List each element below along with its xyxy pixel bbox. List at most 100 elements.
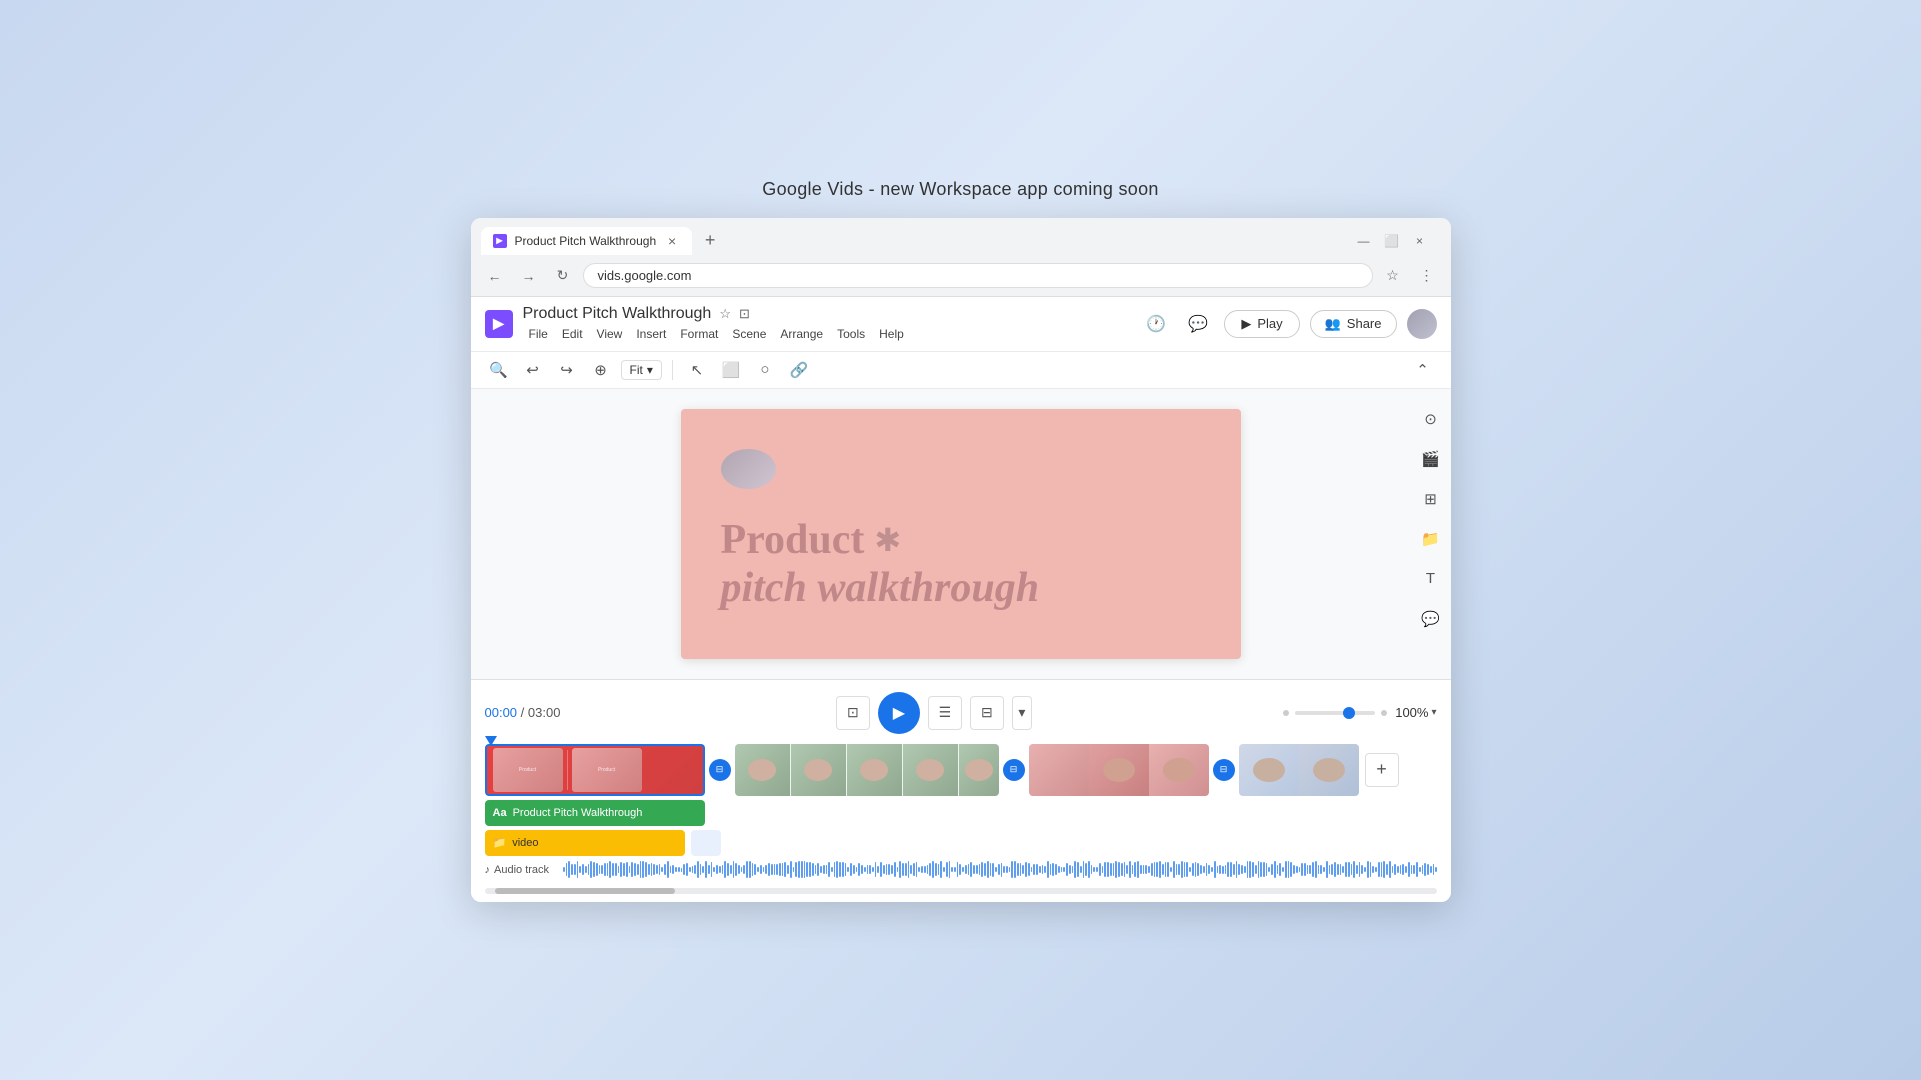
waveform-bar (998, 864, 1000, 876)
star-icon[interactable]: ☆ (719, 306, 731, 322)
menu-tools[interactable]: Tools (831, 325, 871, 343)
waveform-bar (1055, 864, 1057, 875)
comment-button[interactable]: 💬 (1182, 308, 1214, 340)
red-clip[interactable]: Product Product (485, 744, 705, 796)
slide-canvas[interactable]: Product ✱ pitch walkthrough (681, 409, 1241, 659)
back-button[interactable]: ← (481, 262, 509, 290)
text-icon[interactable]: T (1417, 565, 1445, 593)
undo-button[interactable]: ↩ (519, 356, 547, 384)
waveform-bar (1132, 865, 1134, 875)
shape-tool-button[interactable]: ⬜ (717, 356, 745, 384)
camera-icon[interactable]: 🎬 (1417, 445, 1445, 473)
folder-icon[interactable]: 📁 (1417, 525, 1445, 553)
waveform-bar (601, 865, 603, 874)
timeline-view-button[interactable]: ⊟ (970, 696, 1004, 730)
zoom-track[interactable] (1295, 711, 1375, 715)
waveform-bar (938, 864, 940, 875)
video-clip-pink[interactable] (1029, 744, 1209, 796)
yellow-track[interactable]: 📁 video (485, 830, 685, 856)
waveform-bar (1433, 864, 1435, 875)
video-clip-white[interactable] (1239, 744, 1359, 796)
waveform-bar (798, 861, 800, 878)
video-clip-green[interactable] (735, 744, 999, 796)
waveform-bar (735, 863, 737, 876)
address-bar[interactable]: vids.google.com (583, 263, 1373, 288)
resize-icon[interactable]: ⊞ (1417, 485, 1445, 513)
menu-format[interactable]: Format (674, 325, 724, 343)
waveform-bar (1118, 862, 1120, 877)
play-icon: ▶ (1241, 316, 1251, 332)
share-button[interactable]: 👥 Share (1310, 310, 1397, 338)
minimize-button[interactable]: — (1353, 230, 1375, 252)
waveform-bar (765, 865, 767, 873)
collapse-button[interactable]: ⌃ (1409, 356, 1437, 384)
draw-tool-button[interactable]: ○ (751, 356, 779, 384)
play-circle-button[interactable]: ▶ (878, 692, 920, 734)
waveform-bar (992, 863, 994, 877)
zoom-value: 100% (1395, 705, 1428, 720)
tab-close-icon[interactable]: × (664, 233, 680, 249)
waveform-bar (1331, 864, 1333, 874)
caption-icon[interactable]: 💬 (1417, 605, 1445, 633)
zoom-fit-button[interactable]: ⊕ (587, 356, 615, 384)
green-track[interactable]: Aa Product Pitch Walkthrough (485, 800, 705, 826)
zoom-in-button[interactable]: 🔍 (485, 356, 513, 384)
waveform-bar (779, 863, 781, 875)
menu-button[interactable]: ⋮ (1413, 262, 1441, 290)
select-tool-button[interactable]: ↖ (683, 356, 711, 384)
maximize-button[interactable]: ⬜ (1381, 230, 1403, 252)
new-tab-button[interactable]: + (696, 227, 724, 255)
waveform-bar (1238, 864, 1240, 875)
menu-arrange[interactable]: Arrange (774, 325, 829, 343)
waveform-bar (1063, 867, 1065, 872)
record-icon[interactable]: ⊙ (1417, 405, 1445, 433)
waveform-bar (817, 863, 819, 876)
zoom-selector[interactable]: Fit ▾ (621, 360, 662, 380)
menu-help[interactable]: Help (873, 325, 910, 343)
list-view-button[interactable]: ☰ (928, 696, 962, 730)
menu-insert[interactable]: Insert (630, 325, 672, 343)
waveform-bar (1200, 865, 1202, 875)
forward-button[interactable]: → (515, 262, 543, 290)
timeline-scrollbar[interactable] (485, 888, 1437, 894)
browser-tab[interactable]: ▶ Product Pitch Walkthrough × (481, 227, 693, 255)
menu-file[interactable]: File (523, 325, 554, 343)
waveform-bar (1263, 862, 1265, 878)
waveform-bar (804, 861, 806, 879)
menu-edit[interactable]: Edit (556, 325, 589, 343)
play-button[interactable]: ▶ Play (1224, 310, 1299, 338)
waveform-bar (705, 861, 707, 879)
waveform-bar (1151, 863, 1153, 877)
timeline-more-button[interactable]: ▾ (1012, 696, 1032, 730)
waveform-bar (1233, 864, 1235, 874)
link-tool-button[interactable]: 🔗 (785, 356, 813, 384)
present-icon[interactable]: ⊡ (739, 306, 750, 322)
avatar[interactable] (1407, 309, 1437, 339)
waveform-bar (970, 862, 972, 878)
refresh-button[interactable]: ↻ (549, 262, 577, 290)
scene-view-button[interactable]: ⊡ (836, 696, 870, 730)
add-clip-button[interactable]: + (1365, 753, 1399, 787)
waveform-bar (738, 865, 740, 873)
bookmark-button[interactable]: ☆ (1379, 262, 1407, 290)
zoom-dropdown-icon[interactable]: ▾ (1431, 707, 1436, 718)
waveform-bar (995, 867, 997, 872)
waveform-bar (1099, 863, 1101, 877)
canvas-area: Product ✱ pitch walkthrough ⊙ 🎬 ⊞ 📁 T 💬 (471, 389, 1451, 679)
menu-scene[interactable]: Scene (726, 325, 772, 343)
waveform-bar (727, 863, 729, 876)
waveform-bar (686, 863, 688, 876)
window-close-button[interactable]: × (1409, 230, 1431, 252)
waveform-bar (845, 863, 847, 875)
waveform-bar (733, 861, 735, 877)
redo-button[interactable]: ↪ (553, 356, 581, 384)
history-button[interactable]: 🕐 (1140, 308, 1172, 340)
app-header-actions: 🕐 💬 ▶ Play 👥 Share (1140, 308, 1436, 340)
waveform-bar (648, 864, 650, 875)
scrollbar-thumb (495, 888, 675, 894)
toolbar: 🔍 ↩ ↪ ⊕ Fit ▾ ↖ ⬜ ○ 🔗 ⌃ (471, 352, 1451, 389)
menu-view[interactable]: View (591, 325, 629, 343)
waveform-bar (1392, 866, 1394, 873)
waveform-bar (656, 865, 658, 874)
play-label: Play (1257, 316, 1282, 331)
